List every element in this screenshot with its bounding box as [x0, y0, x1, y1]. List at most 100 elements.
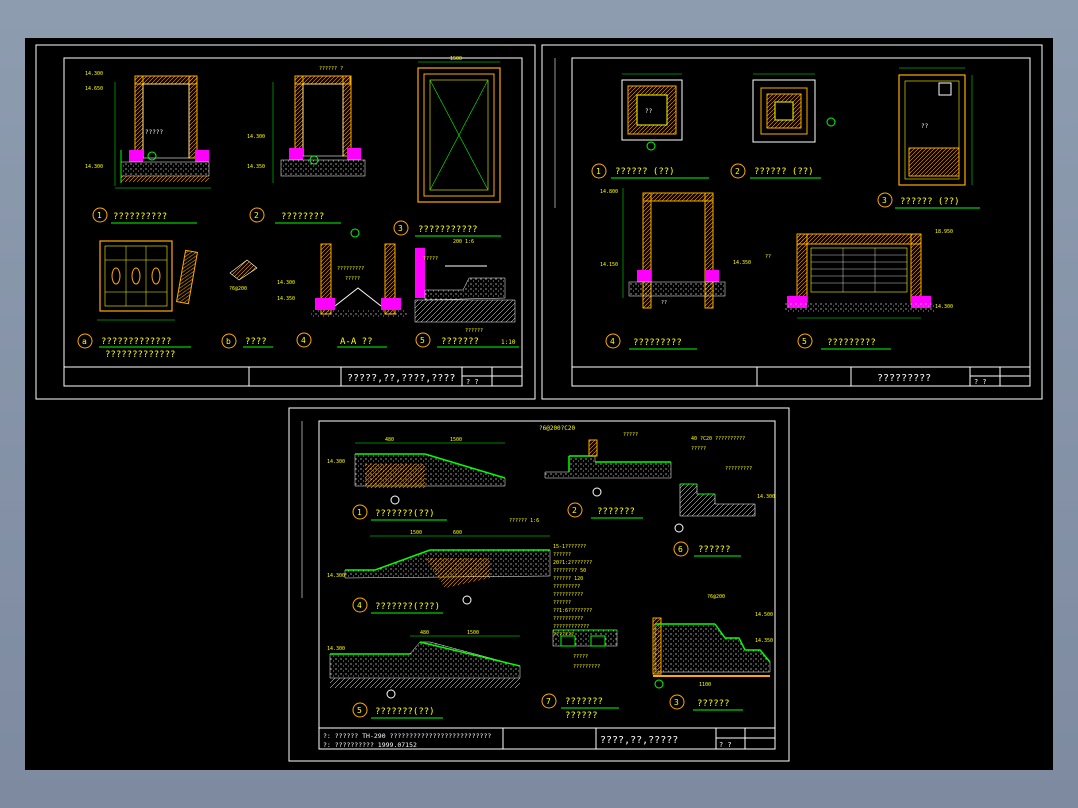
sheet1-title-block: ?????,??,????,????	[347, 373, 455, 384]
svg-text:?????? 120: ?????? 120	[553, 576, 583, 582]
sheet2-title-block: ?????????	[877, 373, 931, 384]
svg-text:1100: 1100	[699, 682, 711, 688]
drawing-svg: ?????,??,????,???? ? ? 14.300 14.650 14.…	[35, 44, 1043, 762]
sheet2-detail-4-title: ?????????	[633, 338, 682, 348]
svg-text:?????: ?????	[423, 256, 438, 262]
sheet3-detail-4-title: ???????(???)	[375, 602, 440, 612]
svg-text:?6@200: ?6@200	[229, 286, 247, 292]
sheet1-detail-a-title-2: ?????????????	[105, 350, 175, 360]
svg-text:1: 1	[357, 508, 362, 517]
svg-text:5: 5	[802, 337, 807, 346]
svg-text:??????: ??????	[553, 552, 571, 558]
sheet3-detail-6-title: ??????	[698, 545, 731, 555]
svg-text:?????? ?: ?????? ?	[319, 66, 343, 72]
svg-text:14.350: 14.350	[733, 260, 751, 266]
svg-text:?????????: ?????????	[553, 584, 580, 590]
svg-text:?6@200: ?6@200	[707, 594, 725, 600]
svg-text:2: 2	[735, 167, 740, 176]
sheet-2[interactable]: ????????? ? ? ?? 1 ?????? (??) 2 ??????	[541, 44, 1043, 400]
svg-text:??????: ??????	[553, 600, 571, 606]
svg-text:14.650: 14.650	[85, 86, 103, 92]
sheet1-detail-1-title: ??????????	[113, 212, 167, 222]
svg-text:14.300: 14.300	[85, 71, 103, 77]
svg-text:????????????: ????????????	[553, 624, 589, 630]
svg-text:5: 5	[420, 336, 425, 345]
sheet3-sheet-no: ? ?	[719, 741, 732, 749]
svg-text:1500: 1500	[410, 530, 422, 536]
svg-text:??????????: ??????????	[553, 616, 583, 622]
svg-text:1500: 1500	[450, 56, 462, 62]
svg-text:14.300: 14.300	[327, 573, 345, 579]
sheet3-detail-7-title-2: ??????	[565, 711, 598, 721]
sheet3-detail-2-title: ???????	[597, 507, 635, 517]
svg-text:2: 2	[254, 211, 259, 220]
svg-text:?????: ?????	[691, 446, 706, 452]
svg-text:480: 480	[385, 437, 394, 443]
cad-model-space[interactable]: ?????,??,????,???? ? ? 14.300 14.650 14.…	[25, 38, 1053, 770]
svg-text:??: ??	[921, 123, 929, 130]
sheet2-detail-3-title: ?????? (??)	[900, 197, 960, 207]
svg-text:18.950: 18.950	[935, 229, 953, 235]
sheet3-detail-3-title: ??????	[697, 699, 730, 709]
svg-text:??????????: ??????????	[553, 592, 583, 598]
svg-text:600: 600	[453, 530, 462, 536]
svg-text:?????????: ?????????	[337, 266, 364, 272]
svg-text:???????? 50: ???????? 50	[553, 568, 586, 574]
sheet3-detail-1-title: ???????(??)	[375, 509, 435, 519]
svg-text:?????: ?????	[145, 129, 163, 136]
svg-text:14.300: 14.300	[935, 304, 953, 310]
sheet2-detail-1-title: ?????? (??)	[615, 167, 675, 177]
svg-text:14.500: 14.500	[755, 612, 773, 618]
svg-text:480: 480	[420, 630, 429, 636]
svg-text:?????: ?????	[345, 276, 360, 282]
svg-text:4: 4	[357, 601, 362, 610]
sheet1-detail-3-title: ???????????	[418, 225, 478, 235]
svg-text:?6@200?C20: ?6@200?C20	[539, 425, 576, 432]
svg-text:1: 1	[97, 211, 102, 220]
svg-text:5: 5	[357, 706, 362, 715]
svg-text:4: 4	[301, 336, 306, 345]
svg-text:2: 2	[572, 506, 577, 515]
svg-text:3: 3	[398, 224, 403, 233]
sheet2-detail-5-title: ?????????	[827, 338, 876, 348]
svg-text:6: 6	[678, 545, 683, 554]
svg-text:14.300: 14.300	[277, 280, 295, 286]
svg-text:?????: ?????	[623, 432, 638, 438]
sheet3-note-line-2: ?: ?????????? 1999.07152	[323, 741, 417, 749]
sheet1-detail-4-title: A-A ??	[340, 337, 373, 347]
svg-text:?????????: ?????????	[573, 664, 600, 670]
sheet1-detail-b-title: ????	[245, 337, 267, 347]
svg-text:?????: ?????	[573, 654, 588, 660]
svg-text:??: ??	[661, 300, 667, 306]
svg-text:7: 7	[546, 697, 551, 706]
sheet1-detail-5-title: ???????	[441, 337, 479, 347]
svg-text:14.300: 14.300	[85, 164, 103, 170]
sheet3-detail-5-title: ???????(??)	[375, 707, 435, 717]
sheet1-sheet-no: ? ?	[466, 378, 479, 386]
sheet3-note-line-1: ?: ?????? TH-290 ???????????????????????…	[323, 732, 491, 740]
svg-text:?????????: ?????????	[725, 466, 752, 472]
svg-text:14.300: 14.300	[247, 134, 265, 140]
sheet1-detail-2-title: ????????	[281, 212, 324, 222]
svg-text:??: ??	[645, 108, 653, 115]
svg-text:1:10: 1:10	[501, 339, 516, 346]
svg-text:14.800: 14.800	[600, 189, 618, 195]
sheet-3[interactable]: ?: ?????? TH-290 ???????????????????????…	[288, 407, 790, 762]
svg-text:4: 4	[610, 337, 615, 346]
svg-text:1500: 1500	[450, 437, 462, 443]
svg-text:b: b	[226, 337, 231, 346]
svg-text:14.350: 14.350	[277, 296, 295, 302]
svg-text:200 1:6: 200 1:6	[453, 239, 474, 245]
svg-text:?????? 1:6: ?????? 1:6	[509, 518, 539, 524]
svg-text:1: 1	[596, 167, 601, 176]
svg-text:??: ??	[765, 254, 771, 260]
sheet3-detail-7-title-1: ???????	[565, 697, 603, 707]
sheet2-sheet-no: ? ?	[974, 378, 987, 386]
sheet-1[interactable]: ?????,??,????,???? ? ? 14.300 14.650 14.…	[35, 44, 536, 400]
sheet2-detail-2-title: ?????? (??)	[754, 167, 814, 177]
svg-text:14.150: 14.150	[600, 262, 618, 268]
svg-text:20?1:2???????: 20?1:2???????	[553, 560, 592, 566]
sheet3-title-block: ????,??,?????	[600, 735, 678, 746]
svg-text:14.300: 14.300	[327, 646, 345, 652]
svg-text:14.350: 14.350	[247, 164, 265, 170]
